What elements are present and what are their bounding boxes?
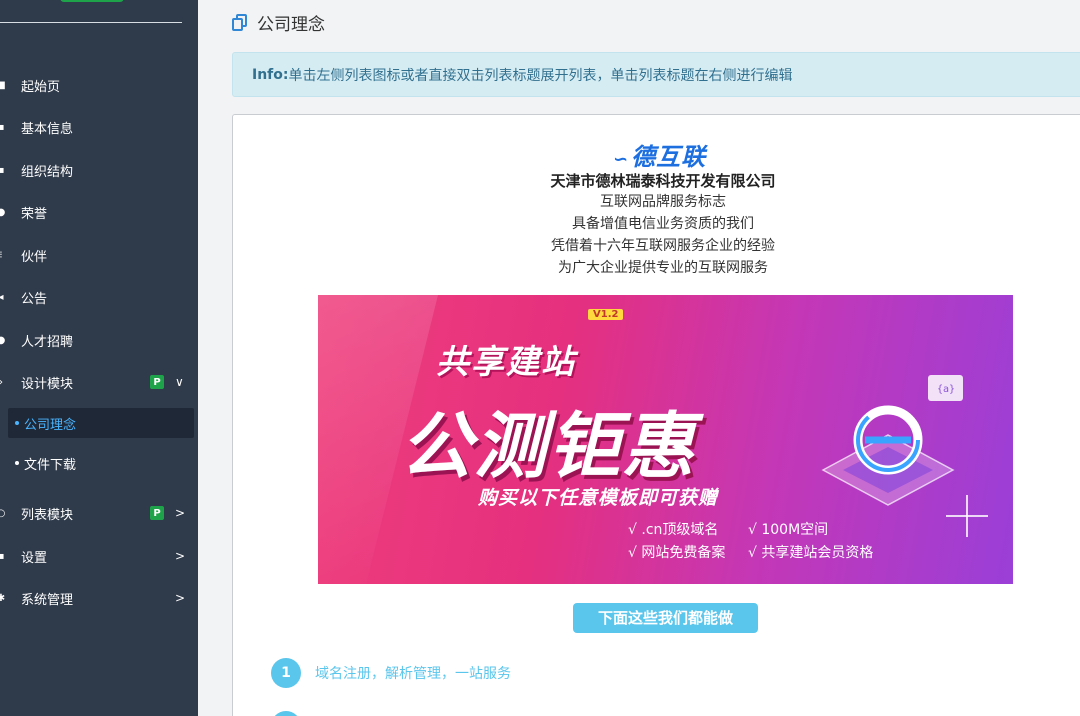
sidebar-item-recruit[interactable]: ● 人才招聘 xyxy=(0,325,198,355)
info-label: Info: xyxy=(252,66,289,83)
sidebar-item-label: 荣誉 xyxy=(21,206,48,222)
step-text: 域名注册，解析管理，一站服务 xyxy=(315,666,511,682)
sidebar-subitem-company-philosophy[interactable]: 公司理念 xyxy=(8,408,194,438)
p-badge: P xyxy=(150,375,164,389)
sidebar-item-label: 基本信息 xyxy=(21,121,74,137)
sidebar-item-system[interactable]: ✱ 系统管理 > xyxy=(0,583,198,613)
info-alert: Info: 单击左侧列表图标或者直接双击列表标题展开列表，单击列表标题在右侧进行… xyxy=(232,52,1080,97)
sidebar-item-label: 伙伴 xyxy=(21,249,48,265)
sidebar-item-settings[interactable]: ▪ 设置 > xyxy=(0,541,198,571)
chevron-right-icon: › xyxy=(0,377,6,388)
info-card-icon: ▪ xyxy=(0,121,5,133)
banner-title-big: 公测钜惠 xyxy=(400,404,697,488)
logo-text: 德互联 xyxy=(631,143,707,171)
svg-text:{a}: {a} xyxy=(937,384,955,395)
chevron-right-icon[interactable]: > xyxy=(175,549,185,563)
sidebar-item-home[interactable]: ■ 起始页 xyxy=(0,70,198,100)
sidebar-item-basic-info[interactable]: ▪ 基本信息 xyxy=(0,112,198,142)
sidebar-item-design-module[interactable]: › 设计模块 P ∨ xyxy=(0,367,198,397)
sidebar-item-label: 组织结构 xyxy=(21,164,74,180)
main-area: 公司理念 Info: 单击左侧列表图标或者直接双击列表标题展开列表，单击列表标题… xyxy=(198,0,1080,716)
banner-subtitle: 购买以下任意模板即可获赠 xyxy=(478,487,719,509)
sidebar-item-label: 人才招聘 xyxy=(21,334,74,350)
megaphone-icon: ◂ xyxy=(0,291,4,303)
service-step: 1 域名注册，解析管理，一站服务 xyxy=(271,658,511,688)
sidebar-item-partner[interactable]: ⁝ 伙伴 xyxy=(0,240,198,270)
copy-icon xyxy=(232,13,248,32)
banner-title-small: 共享建站 xyxy=(436,342,576,381)
page-title: 公司理念 xyxy=(232,10,325,35)
sidebar-item-label: 设计模块 xyxy=(21,376,74,392)
banner-feature: √ 网站免费备案 xyxy=(628,545,726,561)
sidebar-item-org[interactable]: ▪ 组织结构 xyxy=(0,155,198,185)
bookmark-icon: ▪ xyxy=(0,550,5,562)
gear-icon: ✱ xyxy=(0,592,6,604)
sidebar-subitem-label: 公司理念 xyxy=(24,417,77,433)
promo-banner: V1.2 共享建站 公测钜惠 购买以下任意模板即可获赠 √ .cn顶级域名 √ … xyxy=(318,295,1013,584)
page-title-text: 公司理念 xyxy=(257,15,325,35)
bullet-icon xyxy=(15,461,19,465)
section-heading-pill: 下面这些我们都能做 xyxy=(573,603,758,633)
company-logo: ∽德互联 xyxy=(613,137,706,172)
banner-feature: √ .cn顶级域名 xyxy=(628,522,719,538)
info-text: 单击左侧列表图标或者直接双击列表标题展开列表，单击列表标题在右侧进行编辑 xyxy=(288,67,793,84)
sidebar-item-label: 起始页 xyxy=(21,79,61,95)
divider xyxy=(0,22,182,23)
tagline: 凭借着十六年互联网服务企业的经验 xyxy=(551,238,775,254)
editor-content[interactable]: ∽德互联 天津市德林瑞泰科技开发有限公司 互联网品牌服务标志 具备增值电信业务资… xyxy=(232,114,1080,716)
step-number: 1 xyxy=(271,658,301,688)
chevron-down-icon[interactable]: ∨ xyxy=(175,375,184,389)
sidebar-item-label: 系统管理 xyxy=(21,592,74,608)
bullet-icon xyxy=(15,421,19,425)
banner-feature: √ 共享建站会员资格 xyxy=(748,545,874,561)
sidebar-subitem-label: 文件下载 xyxy=(24,457,77,473)
sidebar-item-label: 列表模块 xyxy=(21,507,74,523)
service-step: 2 xyxy=(271,711,315,716)
top-button[interactable] xyxy=(60,0,124,2)
home-icon: ■ xyxy=(0,79,6,91)
sidebar-item-label: 公告 xyxy=(21,291,48,307)
award-icon: ● xyxy=(0,206,6,218)
version-badge: V1.2 xyxy=(588,309,624,320)
sidebar-subitem-file-download[interactable]: 文件下载 xyxy=(8,448,194,478)
org-icon: ▪ xyxy=(0,164,5,176)
tagline: 具备增值电信业务资质的我们 xyxy=(572,216,754,232)
decorative-cross xyxy=(946,495,988,537)
sidebar: ■ 起始页 ▪ 基本信息 ▪ 组织结构 ● 荣誉 ⁝ 伙伴 ◂ 公告 ● 人才招… xyxy=(0,0,198,716)
p-badge: P xyxy=(150,506,164,520)
sidebar-item-list-module[interactable]: ○ 列表模块 P > xyxy=(0,498,198,528)
share-icon: ⁝ xyxy=(0,250,6,261)
user-icon: ● xyxy=(0,334,6,346)
sidebar-item-notice[interactable]: ◂ 公告 xyxy=(0,282,198,312)
sidebar-item-honor[interactable]: ● 荣誉 xyxy=(0,197,198,227)
power-icon: ○ xyxy=(0,507,6,519)
company-name: 天津市德林瑞泰科技开发有限公司 xyxy=(550,172,776,190)
step-number: 2 xyxy=(271,711,301,716)
chevron-right-icon[interactable]: > xyxy=(175,506,185,520)
tagline: 互联网品牌服务标志 xyxy=(600,194,726,210)
browser-e-icon: {a} xyxy=(821,375,963,506)
tagline: 为广大企业提供专业的互联网服务 xyxy=(558,260,768,276)
sidebar-item-label: 设置 xyxy=(21,550,48,566)
logo-swirl-icon: ∽ xyxy=(613,149,630,170)
chevron-right-icon[interactable]: > xyxy=(175,591,185,605)
